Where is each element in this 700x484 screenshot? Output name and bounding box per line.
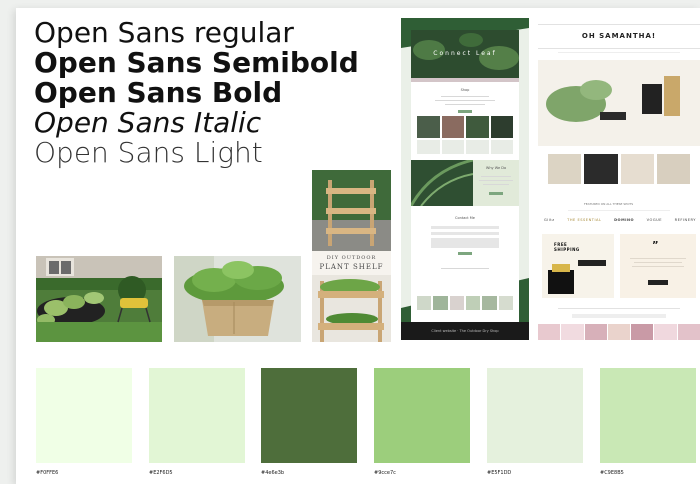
mockup-hero-slider [538,60,700,146]
shelf-card-label: DIY OUTDOOR PLANT SHELF [312,251,391,275]
font-specimen-list: Open Sans regular Open Sans Semibold Ope… [34,18,359,168]
color-swatch [600,368,696,463]
color-swatch-label: #F0FFE6 [36,470,59,476]
mockup-press-logos: Glitz THE ESSENTIAL DOMINO VOGUE REFINER… [544,218,696,222]
mockup-fern-image [411,160,473,206]
mockup-shop-heading: Shop [460,88,470,92]
shelf-card-subtitle: DIY OUTDOOR [326,255,377,261]
mockup-category-row [548,154,690,184]
press-logo: VOGUE [646,218,663,222]
font-sample-regular: Open Sans regular [34,16,294,49]
press-logo: REFINERY [674,218,696,222]
mockup-contact-field[interactable] [431,226,499,229]
mockup-contact-heading: Contact Me [455,216,475,220]
mockup-shop-button[interactable] [458,110,472,113]
color-swatch [374,368,470,463]
wooden-shelf-photo [312,170,391,251]
mockup-footer: Client website · The Outdoor Dry Shop [401,322,529,340]
mockup-submit-button[interactable] [458,252,472,255]
garden-bed-photo [36,256,162,342]
mockup-instagram-strip [417,296,513,310]
mockup-why-panel: Why We Do [473,160,519,206]
color-swatch-label: #4e6e3b [261,470,285,476]
press-logo: DOMINO [614,218,635,222]
color-swatch [487,368,583,463]
mockup-product-tiles [417,116,513,138]
color-swatch-label: #9cce7c [374,470,396,476]
mockup-page: Connect Leaf Shop Why We Do Contact Me [411,30,519,326]
mockup-newsletter-input[interactable] [572,314,666,318]
oh-samantha-website-mockup: OH SAMANTHA! FEATURED ON ALL THESE SPOTS… [538,18,700,340]
color-swatch [261,368,357,463]
mockup-brand-logo: OH SAMANTHA! [581,32,657,40]
shelf-card-title: PLANT SHELF [319,263,384,271]
press-logo: Glitz [544,218,555,222]
shipping-text: SHIPPING [554,247,580,252]
mockup-why-heading: Why We Do [485,166,507,170]
mockup-hero: Connect Leaf [411,30,519,78]
connect-leaf-website-mockup: Connect Leaf Shop Why We Do Contact Me C… [401,18,529,340]
planter-photo [174,256,301,342]
font-sample-italic: Open Sans Italic [34,106,262,139]
color-swatch-label: #E2F6D5 [149,470,173,476]
diy-plant-shelf-card: DIY OUTDOOR PLANT SHELF [312,170,391,342]
mockup-contact-field[interactable] [431,232,499,235]
press-logo: THE ESSENTIAL [567,218,602,222]
font-sample-light: Open Sans Light [34,136,263,169]
mockup-testimonial: ” [620,234,696,298]
mockup-contact-message[interactable] [431,238,499,248]
color-swatch-label: #C9E8B5 [600,470,624,476]
mockup-instagram-row [538,324,700,340]
font-sample-bold: Open Sans Bold [34,76,283,109]
font-sample-semibold: Open Sans Semibold [34,46,359,79]
color-swatch-label: #E5F1DD [487,470,512,476]
mockup-featured-heading: FEATURED ON ALL THESE SPOTS [584,202,634,206]
mockup-free-shipping: FREE SHIPPING [554,242,580,252]
color-swatch [36,368,132,463]
color-swatch [149,368,245,463]
planted-shelf-photo [312,275,391,342]
mockup-hero-title: Connect Leaf [433,50,497,57]
quote-mark-icon: ” [652,240,659,251]
